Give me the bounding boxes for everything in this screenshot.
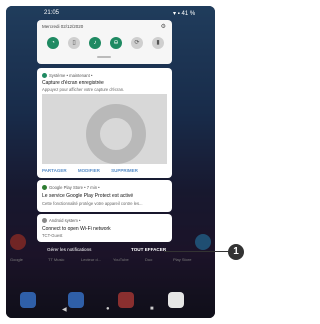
clear-all-button[interactable]: TOUT EFFACER (131, 247, 166, 252)
callout-badge: 1 (228, 244, 244, 260)
notification-title: Capture d'écran enregistrée (42, 80, 104, 86)
notification-screenshot[interactable]: Système • maintenant • Capture d'écran e… (37, 68, 172, 178)
notification-wifi[interactable]: Android system • Connect to open Wi-Fi n… (37, 214, 172, 242)
dnd-icon[interactable]: ⊖ (110, 37, 122, 49)
notification-app-line: Système • maintenant • (42, 73, 92, 78)
recents-icon[interactable]: ■ (150, 306, 154, 312)
system-icon (42, 73, 47, 78)
battery-status: ▾ ▪ 41 % (173, 11, 196, 17)
date-label: Mercredi 02/12/2020 (42, 24, 84, 29)
notification-title: Connect to open Wi-Fi network (42, 226, 111, 232)
notification-play-protect[interactable]: Google Play Store • 7 min • Le service G… (37, 180, 172, 212)
status-bar: 21:05 ▾ ▪ 41 % (6, 6, 215, 20)
tablet-screen: Google TT Music Lecteur d... YouTube Duo… (6, 6, 215, 318)
edit-button[interactable]: MODIFIER (78, 168, 100, 173)
wifi-icon (42, 218, 47, 223)
shade-footer: Gérer les notifications TOUT EFFACER (37, 244, 172, 256)
callout-line (164, 251, 230, 252)
shade-handle[interactable] (97, 56, 111, 58)
rotate-icon[interactable]: ⟳ (131, 37, 143, 49)
vibrate-icon[interactable]: ▯ (68, 37, 80, 49)
screenshot-thumbnail[interactable] (42, 94, 167, 164)
camera-app-icon[interactable] (118, 292, 134, 308)
share-button[interactable]: PARTAGER (42, 168, 67, 173)
notification-title: Le service Google Play Protect est activ… (42, 193, 134, 199)
contacts-app-icon[interactable] (68, 292, 84, 308)
notification-actions: PARTAGER MODIFIER SUPPRIMER (42, 168, 167, 173)
notification-text: Appuyez pour afficher votre capture d'éc… (42, 87, 125, 92)
wifi-icon[interactable]: ◔ (47, 37, 59, 49)
notifications-icon[interactable]: ♪ (89, 37, 101, 49)
back-icon[interactable]: ◀ (62, 306, 67, 313)
clock: 21:05 (44, 10, 60, 16)
chrome-app-icon[interactable] (168, 292, 184, 308)
settings-app-icon[interactable] (20, 292, 36, 308)
shield-icon (42, 185, 47, 190)
delete-button[interactable]: SUPPRIMER (111, 168, 138, 173)
notification-text: TCT-Guest (42, 233, 63, 238)
notification-app-line: Google Play Store • 7 min • (42, 185, 100, 190)
manage-notifications-button[interactable]: Gérer les notifications (47, 247, 91, 252)
quick-settings-panel: Mercredi 02/12/2020 ⚙ ◔ ▯ ♪ ⊖ ⟳ ▮ (37, 20, 172, 64)
notification-text: Cette fonctionnalité protège votre appar… (42, 201, 143, 206)
notification-app-line: Android system • (42, 218, 81, 223)
home-icon[interactable]: ● (106, 306, 110, 312)
settings-gear-icon[interactable]: ⚙ (161, 23, 166, 30)
battery-saver-icon[interactable]: ▮ (152, 37, 164, 49)
